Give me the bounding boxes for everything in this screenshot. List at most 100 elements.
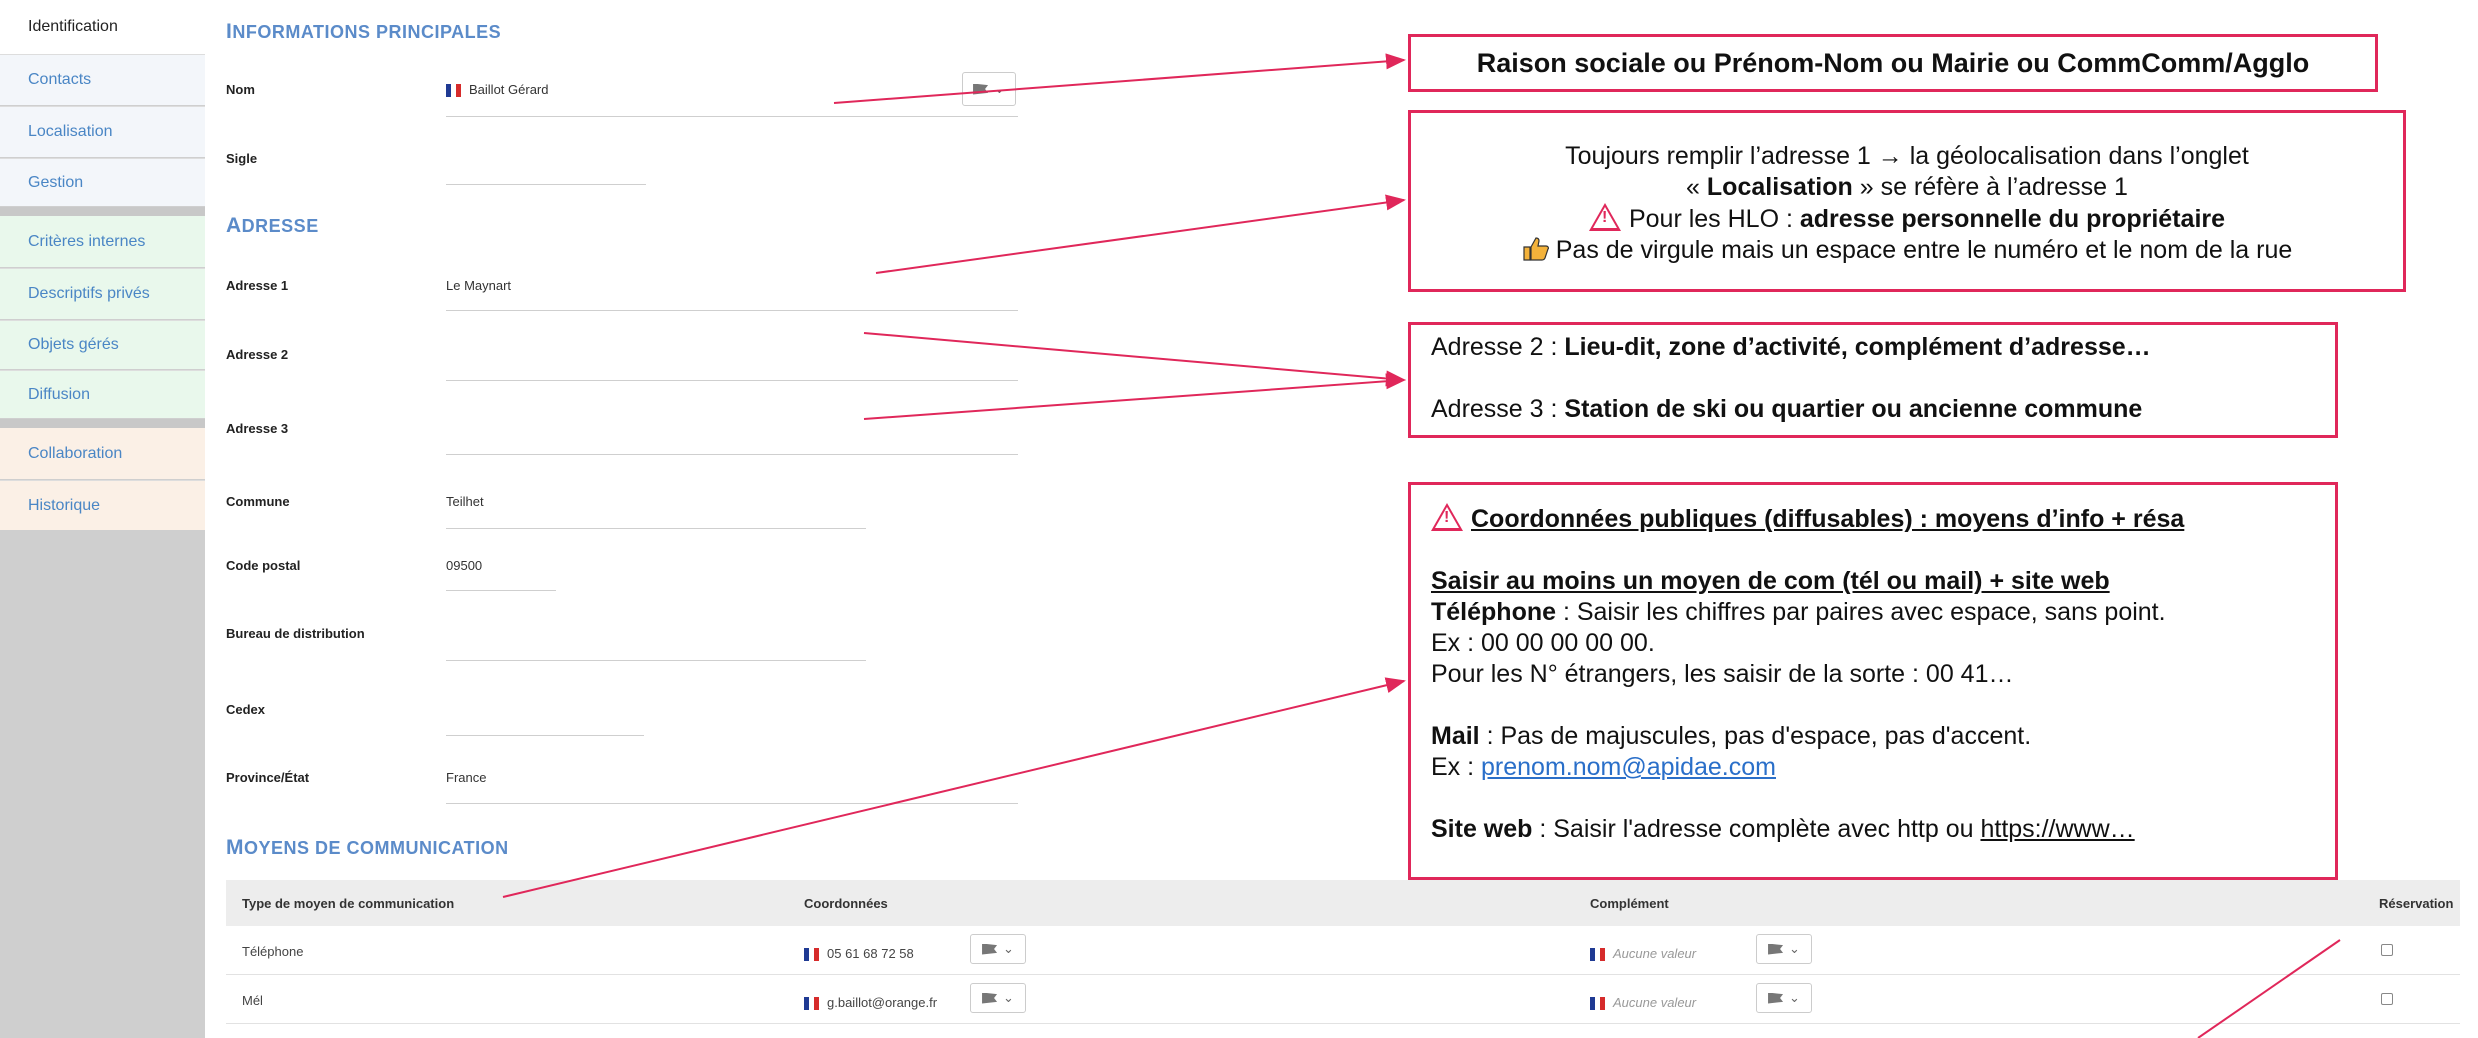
arrow-adresse3	[863, 373, 1406, 420]
row-coordonnees[interactable]: 05 61 68 72 58	[804, 946, 914, 962]
sidebar-item-identification[interactable]: Identification	[0, 0, 205, 54]
sidebar-item-objets-geres[interactable]: Objets gérés	[0, 320, 205, 369]
flag-icon	[982, 992, 998, 1004]
sidebar-item-label: Collaboration	[28, 444, 123, 462]
field-label-code-postal: Code postal	[226, 558, 301, 573]
row-complement[interactable]: Aucune valeur	[1590, 995, 1697, 1011]
th-reservation: Réservation	[2379, 896, 2454, 911]
sidebar-item-label: Diffusion	[28, 385, 90, 403]
field-label-cedex: Cedex	[226, 702, 266, 717]
chevron-down-icon: ⌄	[1003, 941, 1014, 956]
field-underline	[446, 454, 1018, 455]
table-header: Type de moyen de communication Coordonné…	[226, 880, 2460, 926]
row-complement-value: Aucune valeur	[1613, 995, 1697, 1010]
french-flag-icon	[446, 84, 461, 98]
annotation-moyens: Coordonnées publiques (diffusables) : mo…	[1408, 482, 2338, 880]
example-web-link[interactable]: https://www…	[1980, 815, 2134, 843]
language-dropdown-button[interactable]: ⌄	[970, 934, 1026, 964]
arrow-adresse2	[863, 332, 1406, 387]
reservation-checkbox[interactable]	[2381, 944, 2393, 956]
field-underline	[446, 116, 1018, 117]
arrow-moyens	[502, 677, 1406, 898]
warning-icon	[1431, 503, 1463, 531]
row-coordonnees-value: g.baillot@orange.fr	[827, 995, 938, 1010]
field-label-nom: Nom	[226, 82, 255, 97]
annotation-adresse2-3: Adresse 2 : Lieu-dit, zone d’activité, c…	[1408, 322, 2338, 438]
french-flag-icon	[804, 948, 819, 962]
sidebar-item-historique[interactable]: Historique	[0, 480, 205, 530]
sidebar-item-collaboration[interactable]: Collaboration	[0, 428, 205, 479]
sidebar-item-diffusion[interactable]: Diffusion	[0, 370, 205, 418]
field-underline	[446, 528, 866, 529]
table-row: Téléphone 05 61 68 72 58 ⌄ Aucune valeur…	[226, 926, 2460, 975]
warning-icon	[1588, 203, 1621, 231]
arrow-adresse1	[875, 194, 1406, 274]
field-nom-value: Baillot Gérard	[469, 82, 549, 97]
sidebar-item-descriptifs-prives[interactable]: Descriptifs privés	[0, 268, 205, 319]
chevron-down-icon: ⌄	[1003, 990, 1014, 1005]
field-underline	[446, 660, 866, 661]
field-adresse1[interactable]: Le Maynart	[446, 278, 511, 293]
field-label-province: Province/État	[226, 770, 310, 785]
sidebar-item-label: Critères internes	[28, 232, 146, 250]
field-underline	[446, 184, 646, 185]
language-dropdown-button[interactable]: ⌄	[970, 983, 1026, 1013]
flag-icon	[1768, 992, 1784, 1004]
row-type: Mél	[242, 993, 263, 1008]
field-commune[interactable]: Teilhet	[446, 494, 484, 509]
language-dropdown-button[interactable]: ⌄	[1756, 983, 1812, 1013]
sidebar-item-label: Contacts	[28, 71, 92, 88]
section-title-adresse: ADRESSE	[226, 214, 319, 237]
chevron-down-icon: ⌄	[994, 81, 1005, 96]
language-dropdown-button[interactable]: ⌄	[962, 72, 1016, 106]
sidebar-item-criteres-internes[interactable]: Critères internes	[0, 216, 205, 267]
flag-icon	[982, 943, 998, 955]
field-label-bureau: Bureau de distribution	[226, 626, 365, 641]
th-coordonnees: Coordonnées	[804, 896, 888, 911]
sidebar-item-localisation[interactable]: Localisation	[0, 106, 205, 157]
row-coordonnees-value: 05 61 68 72 58	[827, 946, 914, 961]
flag-icon	[973, 83, 989, 95]
field-underline	[446, 590, 556, 591]
field-underline	[446, 735, 644, 736]
sidebar-item-label: Descriptifs privés	[28, 285, 150, 302]
th-complement: Complément	[1590, 896, 1669, 911]
field-nom[interactable]: Baillot Gérard	[446, 82, 549, 98]
flag-icon	[1768, 943, 1784, 955]
field-label-adresse2: Adresse 2	[226, 347, 289, 362]
field-underline	[446, 310, 1018, 311]
chevron-down-icon: ⌄	[1789, 941, 1800, 956]
example-email-link[interactable]: prenom.nom@apidae.com	[1481, 753, 1776, 781]
reservation-checkbox[interactable]	[2381, 993, 2393, 1005]
french-flag-icon	[1590, 948, 1605, 962]
sidebar-item-label: Identification	[28, 18, 118, 35]
sidebar-item-gestion[interactable]: Gestion	[0, 158, 205, 206]
sidebar-item-label: Objets gérés	[28, 336, 119, 353]
thumbs-up-icon	[1523, 237, 1549, 261]
field-label-sigle: Sigle	[226, 151, 258, 166]
sidebar-separator	[0, 419, 205, 428]
sidebar-item-label: Localisation	[28, 123, 113, 140]
annotation-adresse1: Toujours remplir l’adresse 1 → la géoloc…	[1408, 110, 2406, 292]
field-code-postal[interactable]: 09500	[446, 558, 482, 573]
arrow-nom	[833, 53, 1406, 104]
annotation-nom: Raison sociale ou Prénom-Nom ou Mairie o…	[1408, 34, 2378, 92]
sidebar-item-label: Gestion	[28, 173, 84, 191]
field-underline	[446, 803, 1018, 804]
section-title-informations: INFORMATIONS PRINCIPALES	[226, 20, 502, 43]
section-title-moyens: MOYENS DE COMMUNICATION	[226, 836, 509, 859]
sidebar-separator	[0, 207, 205, 216]
field-label-adresse3: Adresse 3	[226, 421, 289, 436]
table-row: Mél g.baillot@orange.fr ⌄ Aucune valeur …	[226, 975, 2460, 1024]
field-province[interactable]: France	[446, 770, 486, 785]
row-complement-value: Aucune valeur	[1613, 946, 1697, 961]
row-type: Téléphone	[242, 944, 304, 959]
row-complement[interactable]: Aucune valeur	[1590, 946, 1697, 962]
chevron-down-icon: ⌄	[1789, 990, 1800, 1005]
sidebar-item-contacts[interactable]: Contacts	[0, 54, 205, 105]
language-dropdown-button[interactable]: ⌄	[1756, 934, 1812, 964]
row-coordonnees[interactable]: g.baillot@orange.fr	[804, 995, 938, 1011]
field-underline	[446, 380, 1018, 381]
sidebar: Identification Contacts Localisation Ges…	[0, 0, 205, 1038]
field-label-commune: Commune	[226, 494, 290, 509]
